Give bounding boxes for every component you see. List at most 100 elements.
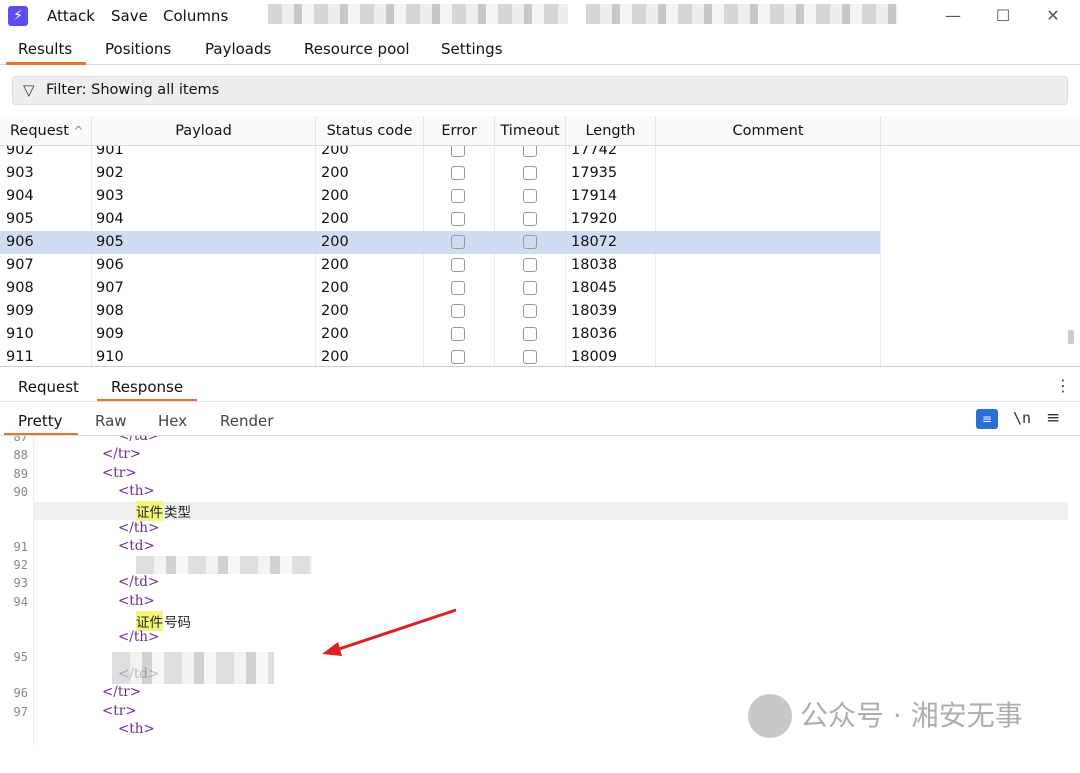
- col-header-timeout[interactable]: Timeout: [495, 116, 566, 146]
- table-row[interactable]: 904 903 200 17914: [0, 185, 880, 208]
- tab-payloads[interactable]: Payloads: [205, 40, 271, 64]
- col-header-request[interactable]: Request ^: [0, 116, 92, 146]
- tab-raw[interactable]: Raw: [95, 412, 127, 430]
- line-number: 89: [13, 466, 28, 481]
- line-number: 95: [13, 649, 28, 664]
- menu-attack[interactable]: Attack: [47, 7, 95, 25]
- menu-columns[interactable]: Columns: [163, 7, 228, 25]
- cell-length: 17935: [571, 165, 618, 181]
- line-number: 87: [13, 436, 28, 444]
- cell-request: 902: [6, 146, 34, 158]
- table-row[interactable]: 910 909 200 18036: [0, 323, 880, 346]
- tab-pretty[interactable]: Pretty: [18, 412, 63, 430]
- tab-render[interactable]: Render: [220, 412, 273, 430]
- line-number: 94: [13, 594, 28, 609]
- cell-status-code: 200: [321, 234, 349, 250]
- code-tag: </td>: [118, 436, 160, 444]
- timeout-checkbox: [523, 350, 537, 364]
- menu-save[interactable]: Save: [111, 7, 148, 25]
- minimize-icon[interactable]: —: [938, 4, 968, 28]
- table-row[interactable]: 905 904 200 17920: [0, 208, 880, 231]
- col-header-error[interactable]: Error: [424, 116, 495, 146]
- table-row[interactable]: 906 905 200 18072: [0, 231, 880, 254]
- table-row[interactable]: 908 907 200 18045: [0, 277, 880, 300]
- search-highlight: 证件: [136, 501, 163, 522]
- table-row[interactable]: 907 906 200 18038: [0, 254, 880, 277]
- code-tag: <th>: [118, 592, 155, 609]
- error-checkbox: [451, 281, 465, 295]
- table-row[interactable]: 911 910 200 18009: [0, 346, 880, 366]
- redacted-value: [112, 652, 274, 684]
- maximize-icon[interactable]: ☐: [988, 4, 1018, 28]
- code-text: 类型: [164, 505, 191, 522]
- hamburger-menu-icon[interactable]: ≡: [1046, 408, 1060, 428]
- cell-payload: 906: [96, 257, 124, 273]
- error-checkbox: [451, 146, 465, 157]
- redacted-value: [136, 556, 312, 574]
- code-tag: </tr>: [102, 684, 142, 701]
- table-row[interactable]: 903 902 200 17935: [0, 162, 880, 185]
- col-header-payload[interactable]: Payload: [92, 116, 316, 146]
- cell-request: 908: [6, 280, 34, 296]
- search-highlight: 证件: [136, 611, 163, 631]
- code-tag: <tr>: [102, 702, 137, 719]
- code-tag: </th>: [118, 519, 160, 536]
- cell-payload: 910: [96, 349, 124, 365]
- cell-status-code: 200: [321, 280, 349, 296]
- tab-request[interactable]: Request: [18, 378, 79, 396]
- col-header-comment[interactable]: Comment: [656, 116, 881, 146]
- cell-payload: 905: [96, 234, 124, 250]
- code-tag: <th>: [118, 720, 155, 737]
- cell-length: 18045: [571, 280, 618, 296]
- line-number: 88: [13, 448, 28, 463]
- tab-hex[interactable]: Hex: [158, 412, 187, 430]
- col-header-empty: [881, 116, 1080, 146]
- wechat-icon: [748, 694, 792, 738]
- cell-status-code: 200: [321, 349, 349, 365]
- show-newlines-button[interactable]: \n: [1013, 409, 1031, 427]
- tab-divider: [0, 401, 1080, 402]
- cell-length: 17914: [571, 188, 618, 204]
- line-number: 96: [13, 686, 28, 701]
- cell-payload: 904: [96, 211, 124, 227]
- error-checkbox: [451, 235, 465, 249]
- code-tag: <td>: [118, 537, 155, 554]
- error-checkbox: [451, 258, 465, 272]
- line-number: 93: [13, 576, 28, 591]
- table-row[interactable]: 902 901 200 17742: [0, 146, 880, 162]
- tab-results[interactable]: Results: [18, 40, 72, 64]
- scrollbar-thumb[interactable]: [1068, 330, 1074, 344]
- table-row[interactable]: 909 908 200 18039: [0, 300, 880, 323]
- cell-status-code: 200: [321, 165, 349, 181]
- active-tab-underline: [6, 62, 86, 65]
- tab-settings[interactable]: Settings: [441, 40, 503, 64]
- cell-status-code: 200: [321, 326, 349, 342]
- word-wrap-icon[interactable]: ≡: [976, 409, 998, 429]
- cell-length: 18036: [571, 326, 618, 342]
- col-header-length[interactable]: Length: [566, 116, 656, 146]
- tab-positions[interactable]: Positions: [105, 40, 171, 64]
- cell-payload: 908: [96, 303, 124, 319]
- cell-payload: 903: [96, 188, 124, 204]
- timeout-checkbox: [523, 235, 537, 249]
- tab-resource-pool[interactable]: Resource pool: [304, 40, 410, 64]
- cell-payload: 901: [96, 146, 124, 158]
- red-arrow-annotation: [322, 608, 457, 656]
- col-header-status-code[interactable]: Status code: [316, 116, 424, 146]
- error-checkbox: [451, 350, 465, 364]
- error-checkbox: [451, 166, 465, 180]
- pane-divider[interactable]: [0, 366, 1080, 367]
- line-number: 97: [13, 704, 28, 719]
- filter-bar[interactable]: ▽ Filter: Showing all items: [12, 76, 1068, 105]
- watermark-text: 公众号 · 湘安无事: [800, 699, 1023, 732]
- cell-payload: 907: [96, 280, 124, 296]
- cell-payload: 902: [96, 165, 124, 181]
- close-icon[interactable]: ✕: [1038, 4, 1068, 28]
- tab-response[interactable]: Response: [111, 378, 183, 396]
- timeout-checkbox: [523, 304, 537, 318]
- timeout-checkbox: [523, 189, 537, 203]
- cell-request: 906: [6, 234, 34, 250]
- results-table: Request ^ Payload Status code Error Time…: [0, 116, 1080, 366]
- more-options-icon[interactable]: ⋮: [1055, 376, 1071, 395]
- filter-text: Filter: Showing all items: [46, 82, 220, 98]
